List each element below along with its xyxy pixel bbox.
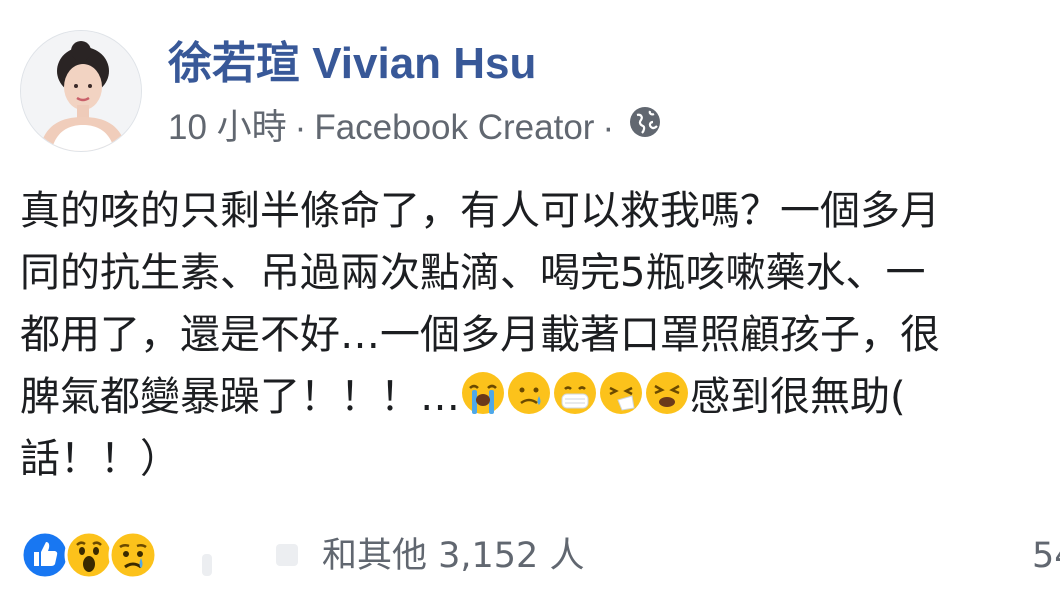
reactions-bar: 和其他 3,152 人 54 <box>20 530 1060 586</box>
profile-photo <box>21 31 141 151</box>
face-with-mask-emoji <box>552 370 598 434</box>
author-avatar[interactable] <box>20 30 142 152</box>
author-name[interactable]: 徐若瑄 Vivian Hsu <box>168 36 536 92</box>
post-meta: 10 小時 · Facebook Creator · <box>168 103 662 151</box>
post-text-line: 真的咳的只剩半條命了，有人可以救我嗎？一個多月 <box>20 188 940 234</box>
post-text-line: 都用了，還是不好…一個多月載著口罩照顧孩子，很 <box>20 312 940 358</box>
reaction-icons[interactable] <box>20 530 170 582</box>
post-text-line: 話！！） <box>20 436 180 482</box>
reaction-summary[interactable]: 和其他 3,152 人 <box>322 532 584 580</box>
meta-separator-2: · <box>602 107 615 147</box>
like-icon[interactable] <box>20 530 70 584</box>
post-app[interactable]: Facebook Creator <box>314 108 594 147</box>
globe-icon[interactable] <box>628 105 662 151</box>
sneezing-emoji <box>598 370 644 434</box>
post-body: 真的咳的只剩半條命了，有人可以救我嗎？一個多月 同的抗生素、吊過兩次點滴、喝完5… <box>20 180 1060 490</box>
post-text-line-4: 脾氣都變暴躁了！！！… 感到很無助( <box>20 366 1060 428</box>
post-text-segment: 脾氣都變暴躁了！！！… <box>20 374 460 420</box>
wow-icon[interactable] <box>64 530 114 584</box>
post-text-line: 同的抗生素、吊過兩次點滴、喝完5瓶咳嗽藥水、一 <box>20 250 926 296</box>
loudly-crying-emoji <box>460 370 506 434</box>
tired-emoji <box>644 370 690 434</box>
sad-tear-emoji <box>506 370 552 434</box>
reactor-names-obscured <box>202 544 298 576</box>
meta-separator: · <box>294 107 307 147</box>
post-text-segment: 感到很無助( <box>690 374 906 420</box>
post-time[interactable]: 10 小時 <box>168 108 287 147</box>
comments-count[interactable]: 54 <box>1032 532 1060 580</box>
sad-icon[interactable] <box>108 530 158 584</box>
